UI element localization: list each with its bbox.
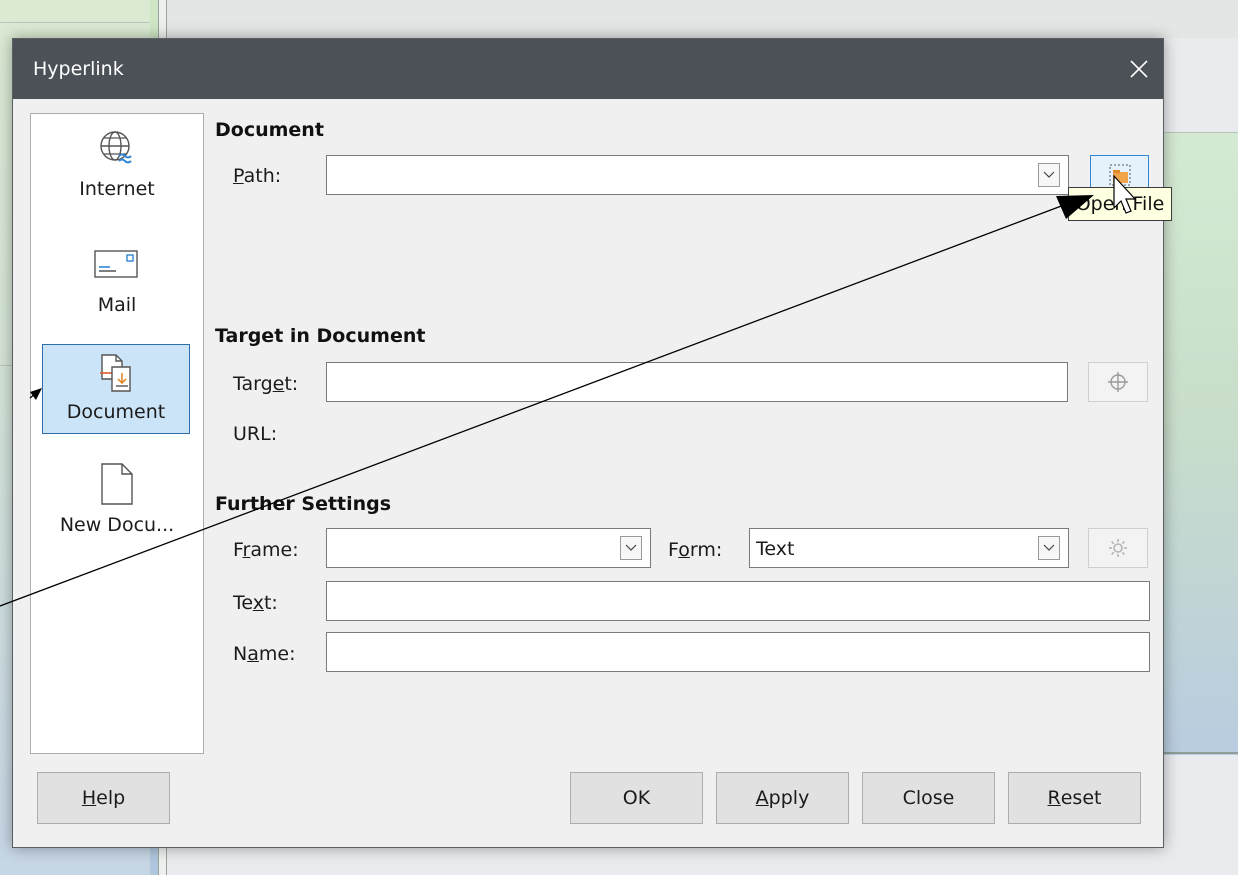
annotation-arrowhead (1056, 195, 1094, 219)
annotation-arrow-line (0, 204, 1065, 607)
mouse-cursor-icon (1113, 174, 1137, 214)
annotation-overlay (0, 174, 1137, 607)
annotation-arrowhead (30, 388, 42, 400)
